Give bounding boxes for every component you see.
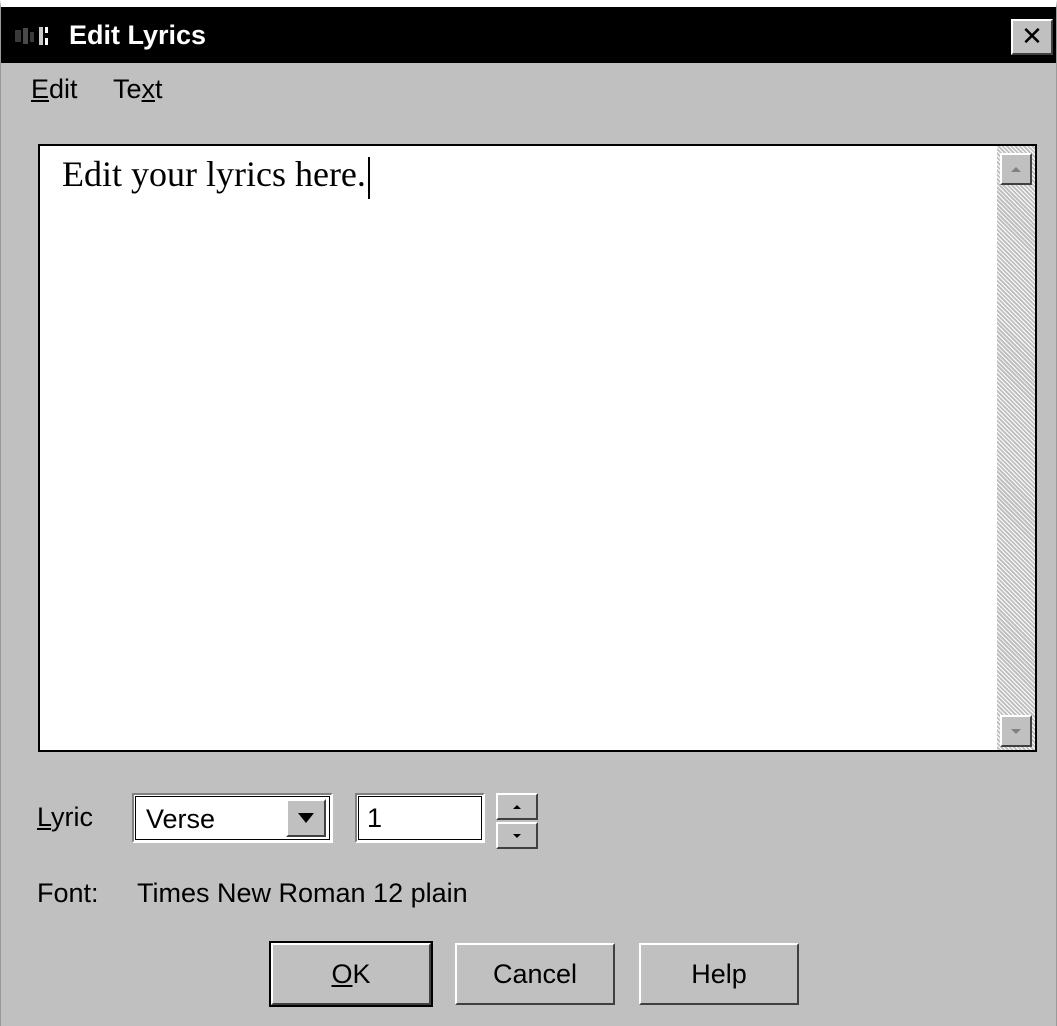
scroll-down-button[interactable]	[1000, 715, 1032, 747]
font-value: Times New Roman 12 plain	[137, 878, 468, 908]
dropdown-button[interactable]	[286, 799, 326, 837]
font-label: Font:	[37, 878, 99, 908]
arrow-down-icon	[513, 833, 521, 838]
close-icon: ✕	[1021, 22, 1043, 52]
lyrics-editor[interactable]: Edit your lyrics here.	[38, 144, 1037, 752]
menu-edit-label: Edit	[31, 74, 78, 104]
arrow-up-icon	[513, 804, 521, 809]
help-button-label: Help	[691, 958, 747, 989]
lyric-number-value[interactable]: 1	[367, 799, 382, 837]
help-button[interactable]: Help	[639, 943, 799, 1005]
menu-text[interactable]: Text	[113, 69, 163, 109]
lyrics-app-icon	[15, 27, 48, 45]
title-bar: Edit Lyrics ✕	[1, 7, 1056, 63]
lyric-type-dropdown[interactable]: Verse	[132, 793, 333, 843]
scroll-up-button[interactable]	[1000, 153, 1032, 185]
lyrics-text[interactable]: Edit your lyrics here.	[62, 152, 366, 196]
ok-button-label: OK	[331, 958, 371, 989]
menu-edit[interactable]: Edit	[31, 69, 78, 109]
vertical-scrollbar[interactable]	[997, 146, 1035, 750]
text-caret	[368, 157, 370, 199]
menu-text-label: Text	[113, 74, 163, 104]
arrow-down-icon	[1011, 728, 1021, 734]
arrow-up-icon	[1011, 166, 1021, 172]
spin-down-button[interactable]	[496, 822, 538, 849]
spin-up-button[interactable]	[496, 793, 538, 820]
close-button[interactable]: ✕	[1011, 19, 1053, 55]
lyric-label: Lyric	[37, 797, 93, 837]
cancel-button[interactable]: Cancel	[455, 943, 615, 1005]
ok-button[interactable]: OK	[269, 941, 433, 1007]
chevron-down-icon	[298, 813, 314, 823]
lyric-number-spinner[interactable]	[496, 793, 538, 849]
lyric-number-field[interactable]: 1	[355, 793, 485, 843]
lyric-type-value: Verse	[146, 804, 216, 834]
lyric-label-text: Lyric	[37, 802, 94, 832]
edit-lyrics-dialog: Edit Lyrics ✕ Edit Text Edit your lyrics…	[0, 0, 1057, 1026]
cancel-button-label: Cancel	[492, 958, 578, 989]
window-title: Edit Lyrics	[69, 20, 207, 50]
